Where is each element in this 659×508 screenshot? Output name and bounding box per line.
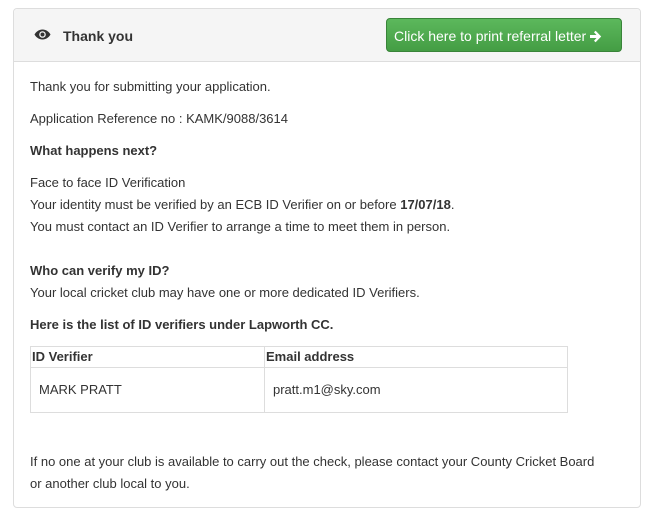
verification-date: 17/07/18 <box>400 197 451 212</box>
application-reference: Application Reference no : KAMK/9088/361… <box>30 111 289 126</box>
who-can-verify-heading: Who can verify my ID? <box>30 263 170 278</box>
panel-title: Thank you <box>63 28 134 44</box>
verification-deadline-text: Your identity must be verified by an ECB… <box>30 194 454 216</box>
what-happens-next-heading: What happens next? <box>30 143 158 158</box>
panel-heading: Thank you Click here to print referral l… <box>14 9 640 62</box>
verifier-table: ID Verifier Email address MARK PRATT pra… <box>30 346 568 413</box>
verification-prefix: Your identity must be verified by an ECB… <box>30 197 401 212</box>
arrow-right-icon <box>590 30 602 43</box>
table-header-row: ID Verifier Email address <box>30 346 568 368</box>
verification-title: Face to face ID Verification <box>30 175 186 190</box>
column-header-email: Email address <box>264 346 568 368</box>
print-button-label: Click here to print referral letter <box>394 28 587 44</box>
contact-verifier-text: You must contact an ID Verifier to arran… <box>30 219 451 234</box>
thank-you-text: Thank you for submitting your applicatio… <box>30 79 271 94</box>
print-referral-letter-button[interactable]: Click here to print referral letter <box>386 18 622 52</box>
footer-text-line-1: If no one at your club is available to c… <box>30 454 595 469</box>
verifier-email-cell: pratt.m1@sky.com <box>264 367 568 413</box>
verifier-list-heading: Here is the list of ID verifiers under L… <box>30 317 334 332</box>
eye-icon <box>34 29 51 40</box>
thank-you-panel: Thank you Click here to print referral l… <box>13 8 641 508</box>
local-club-text: Your local cricket club may have one or … <box>30 285 420 300</box>
verifier-name-cell: MARK PRATT <box>30 367 265 413</box>
verification-suffix: . <box>450 197 455 212</box>
table-row: MARK PRATT pratt.m1@sky.com <box>30 367 568 413</box>
column-header-id-verifier: ID Verifier <box>30 346 265 368</box>
